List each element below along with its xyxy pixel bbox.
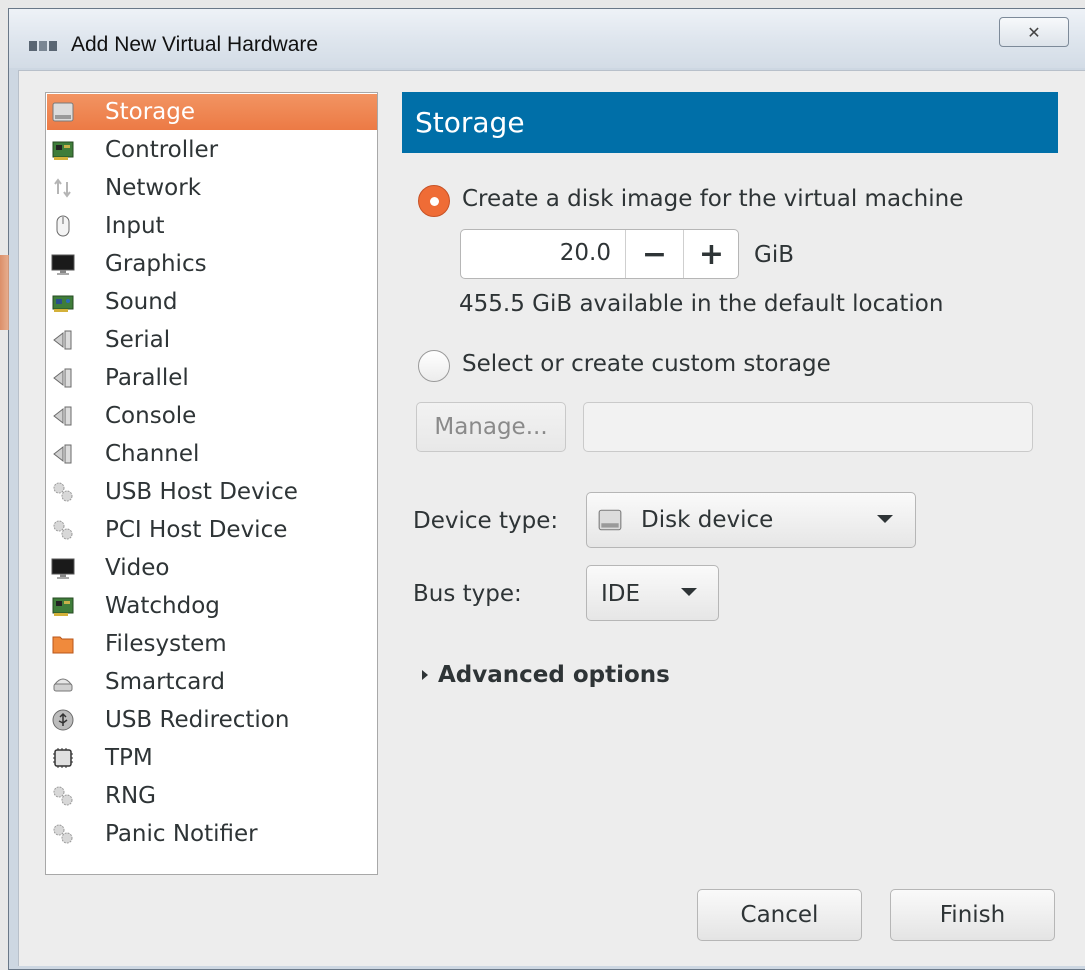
hardware-item-pci-host-device[interactable]: PCI Host Device	[47, 512, 377, 548]
serial-port-icon	[50, 327, 76, 353]
hardware-item-storage[interactable]: Storage	[47, 94, 377, 130]
monitor-icon	[50, 251, 76, 277]
device-type-value: Disk device	[641, 507, 774, 533]
custom-storage-radio[interactable]	[418, 350, 450, 382]
hardware-item-tpm[interactable]: TPM	[47, 740, 377, 776]
hardware-item-label: Console	[105, 403, 197, 429]
usb-redirection-icon	[50, 707, 76, 733]
pci-gears-icon	[50, 517, 76, 543]
panel-header: Storage	[402, 92, 1058, 153]
background-window-edge	[0, 255, 9, 330]
custom-storage-label[interactable]: Select or create custom storage	[462, 350, 831, 378]
chevron-down-icon	[681, 588, 697, 596]
hardware-item-label: Controller	[105, 137, 219, 163]
hardware-item-usb-redirection[interactable]: USB Redirection	[47, 702, 377, 738]
hardware-item-controller[interactable]: Controller	[47, 132, 377, 168]
decrease-size-button[interactable]: −	[626, 230, 683, 278]
window-title: Add New Virtual Hardware	[71, 33, 319, 56]
cancel-button[interactable]: Cancel	[697, 889, 862, 941]
hardware-item-label: TPM	[105, 745, 153, 771]
hardware-item-label: PCI Host Device	[105, 517, 288, 543]
hardware-item-label: Parallel	[105, 365, 189, 391]
finish-button-label: Finish	[939, 902, 1006, 928]
parallel-port-icon	[50, 365, 76, 391]
hardware-item-label: Smartcard	[105, 669, 225, 695]
mouse-icon	[50, 213, 76, 239]
hardware-item-channel[interactable]: Channel	[47, 436, 377, 472]
available-space-text: 455.5 GiB available in the default locat…	[459, 291, 944, 317]
disk-size-value[interactable]: 20.0	[461, 240, 611, 266]
hardware-item-label: Watchdog	[105, 593, 220, 619]
hardware-item-serial[interactable]: Serial	[47, 322, 377, 358]
chevron-down-icon	[877, 515, 893, 523]
hardware-item-network[interactable]: Network	[47, 170, 377, 206]
device-type-label: Device type:	[413, 508, 559, 534]
hardware-item-graphics[interactable]: Graphics	[47, 246, 377, 282]
custom-storage-path-input[interactable]	[583, 402, 1033, 452]
sound-card-icon	[50, 289, 76, 315]
hardware-item-label: RNG	[105, 783, 157, 809]
close-button[interactable]: ✕	[999, 17, 1069, 47]
smartcard-reader-icon	[50, 669, 76, 695]
bus-type-combo[interactable]: IDE	[586, 565, 719, 621]
hardware-item-label: USB Redirection	[105, 707, 290, 733]
network-arrows-icon	[50, 175, 76, 201]
cancel-button-label: Cancel	[740, 902, 819, 928]
increase-size-button[interactable]: +	[683, 230, 740, 278]
hardware-item-usb-host-device[interactable]: USB Host Device	[47, 474, 377, 510]
controller-card-icon	[50, 137, 76, 163]
disk-icon	[597, 507, 623, 537]
disk-icon	[50, 99, 76, 125]
hardware-item-label: Input	[105, 213, 165, 239]
expander-arrow-icon[interactable]	[422, 670, 428, 680]
hardware-item-label: Sound	[105, 289, 178, 315]
hardware-item-video[interactable]: Video	[47, 550, 377, 586]
manage-button[interactable]: Manage...	[416, 402, 566, 452]
hardware-item-console[interactable]: Console	[47, 398, 377, 434]
hardware-item-rng[interactable]: RNG	[47, 778, 377, 814]
folder-icon	[50, 631, 76, 657]
hardware-item-smartcard[interactable]: Smartcard	[47, 664, 377, 700]
device-type-combo[interactable]: Disk device	[586, 492, 916, 548]
channel-port-icon	[50, 441, 76, 467]
bus-type-label: Bus type:	[413, 581, 522, 607]
hardware-item-label: Video	[105, 555, 170, 581]
disk-size-spinbutton[interactable]: 20.0 − +	[460, 229, 739, 279]
bus-type-value: IDE	[601, 581, 641, 607]
title-bar[interactable]: Add New Virtual Hardware ✕	[8, 8, 1085, 68]
create-disk-radio[interactable]	[418, 185, 450, 217]
hardware-item-label: Network	[105, 175, 202, 201]
chip-icon	[50, 745, 76, 771]
hardware-item-label: Storage	[105, 99, 195, 125]
panel-title: Storage	[415, 106, 525, 139]
hardware-item-label: USB Host Device	[105, 479, 298, 505]
hardware-item-label: Serial	[105, 327, 171, 353]
hardware-item-sound[interactable]: Sound	[47, 284, 377, 320]
watchdog-card-icon	[50, 593, 76, 619]
manage-button-label: Manage...	[434, 414, 548, 440]
advanced-options-expander[interactable]: Advanced options	[438, 661, 670, 689]
hardware-list[interactable]: Storage Controller Network Input Graphic…	[45, 92, 378, 875]
video-monitor-icon	[50, 555, 76, 581]
rng-gears-icon	[50, 783, 76, 809]
hardware-item-label: Channel	[105, 441, 200, 467]
hardware-item-parallel[interactable]: Parallel	[47, 360, 377, 396]
close-icon: ✕	[1027, 22, 1041, 42]
hardware-item-label: Panic Notifier	[105, 821, 258, 847]
console-port-icon	[50, 403, 76, 429]
finish-button[interactable]: Finish	[890, 889, 1055, 941]
hardware-item-input[interactable]: Input	[47, 208, 377, 244]
app-icon	[29, 41, 57, 51]
hardware-item-filesystem[interactable]: Filesystem	[47, 626, 377, 662]
size-unit-label: GiB	[754, 242, 794, 268]
hardware-item-panic-notifier[interactable]: Panic Notifier	[47, 816, 377, 852]
hardware-item-watchdog[interactable]: Watchdog	[47, 588, 377, 624]
panic-gears-icon	[50, 821, 76, 847]
hardware-item-label: Graphics	[105, 251, 207, 277]
create-disk-label[interactable]: Create a disk image for the virtual mach…	[462, 185, 963, 213]
hardware-item-label: Filesystem	[105, 631, 227, 657]
usb-gears-icon	[50, 479, 76, 505]
